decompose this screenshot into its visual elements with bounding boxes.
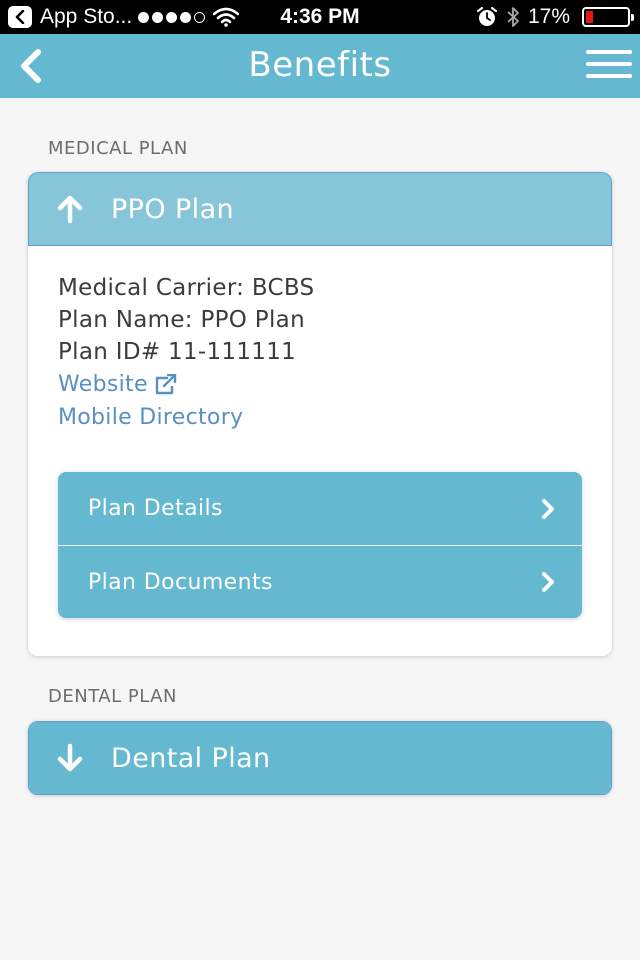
medical-carrier: Medical Carrier: BCBS <box>58 275 315 301</box>
plan-name: Plan Name: PPO Plan <box>58 307 305 333</box>
medical-plan-body: Medical Carrier: BCBS Plan Name: PPO Pla… <box>28 246 612 656</box>
medical-section-label: MEDICAL PLAN <box>48 138 188 159</box>
battery-level <box>586 11 593 23</box>
medical-plan-header[interactable]: PPO Plan <box>28 172 612 246</box>
medical-plan-card: PPO Plan Medical Carrier: BCBS Plan Name… <box>28 172 612 656</box>
plan-documents-label: Plan Documents <box>88 569 273 595</box>
chevron-right-icon <box>542 498 554 519</box>
battery-icon <box>582 7 634 27</box>
chevron-right-icon <box>542 572 554 592</box>
back-app-label[interactable]: App Sto... <box>40 5 132 29</box>
mobile-directory-link[interactable]: Mobile Directory <box>58 401 243 434</box>
website-link-label: Website <box>58 372 148 397</box>
status-bar: App Sto... 4:36 PM 17% <box>0 0 640 34</box>
medical-plan-title: PPO Plan <box>111 193 235 225</box>
dental-plan-title: Dental Plan <box>111 742 271 774</box>
chevron-left-icon[interactable] <box>14 48 48 84</box>
status-left: App Sto... <box>8 5 240 29</box>
plan-action-list: Plan Details Plan Documents <box>58 472 582 618</box>
nav-bar: Benefits <box>0 34 640 98</box>
wifi-icon <box>213 7 240 27</box>
dental-plan-header[interactable]: Dental Plan <box>29 722 611 794</box>
status-right: 17% <box>476 0 634 34</box>
arrow-up-icon <box>57 195 83 224</box>
dental-plan-card: Dental Plan <box>28 721 612 795</box>
arrow-down-icon <box>57 743 83 772</box>
bluetooth-icon <box>507 7 519 27</box>
dental-section-label: DENTAL PLAN <box>48 686 177 707</box>
plan-id: Plan ID# 11-111111 <box>58 339 297 365</box>
website-link[interactable]: Website <box>58 368 178 401</box>
hamburger-menu-icon[interactable] <box>586 50 632 82</box>
battery-percent: 17% <box>527 5 570 28</box>
page-title: Benefits <box>248 45 392 85</box>
plan-documents-button[interactable]: Plan Documents <box>58 545 582 618</box>
plan-details-label: Plan Details <box>88 496 223 521</box>
external-link-icon <box>155 373 177 394</box>
alarm-icon <box>476 6 498 26</box>
plan-details-button[interactable]: Plan Details <box>58 472 582 545</box>
back-arrow-icon[interactable] <box>8 6 32 28</box>
signal-strength-icon <box>138 11 206 23</box>
